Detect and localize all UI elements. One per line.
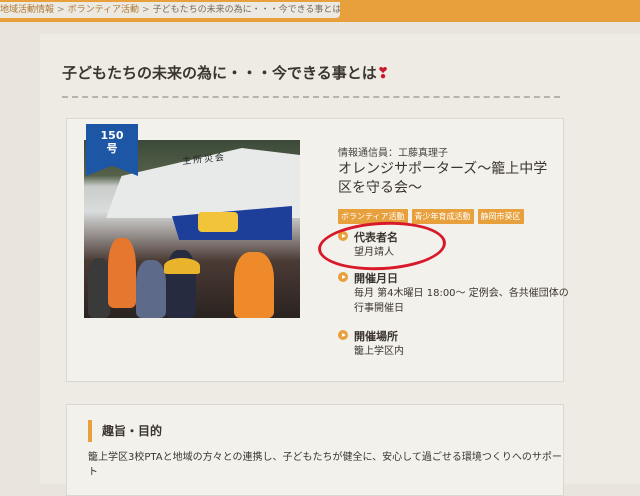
- bullet-arrow-icon: [338, 272, 348, 282]
- title-divider: [62, 96, 560, 98]
- breadcrumb-item-volunteer[interactable]: ボランティア活動: [68, 2, 139, 18]
- group-name: オレンジサポーターズ〜籠上中学区を守る会〜: [338, 161, 548, 196]
- tag-list: ボランティア活動 青少年育成活動 静岡市葵区: [338, 204, 528, 224]
- tag-area[interactable]: 静岡市葵区: [477, 209, 524, 224]
- field-value: 毎月 第4木曜日 18:00〜 定例会、各共催団体の行事開催日: [354, 288, 569, 314]
- breadcrumb: 地域活動情報>ボランティア活動>子どもたちの未来の為に・・・今できる事とは❣: [0, 2, 340, 18]
- reporter-name: 情報通信員：工藤真理子: [338, 148, 448, 159]
- field-label: 開催月日: [354, 272, 398, 285]
- breadcrumb-separator: >: [142, 5, 150, 15]
- breadcrumb-item-current: 子どもたちの未来の為に・・・今できる事とは: [152, 5, 340, 15]
- issue-suffix: 号: [106, 142, 118, 155]
- location-field: 開催場所 籠上学区内: [338, 328, 568, 362]
- issue-number: 150: [100, 129, 124, 142]
- heart-icon: ❣: [376, 64, 390, 82]
- page-title-text: 子どもたちの未来の為に・・・今できる事とは: [62, 64, 377, 82]
- person-figure: [234, 252, 274, 318]
- breadcrumb-item-area-info[interactable]: 地域活動情報: [0, 2, 54, 18]
- field-value: 籠上学区内: [354, 346, 404, 357]
- bullet-arrow-icon: [338, 330, 348, 340]
- purpose-heading: 趣旨・目的: [88, 420, 562, 442]
- person-figure: [88, 258, 110, 318]
- yellow-hat: [164, 258, 200, 274]
- person-figure: [108, 238, 136, 308]
- breadcrumb-separator: >: [57, 5, 65, 15]
- field-label: 開催場所: [354, 330, 398, 343]
- booth-sign: [198, 212, 238, 232]
- page-title: 子どもたちの未来の為に・・・今できる事とは❣: [62, 62, 389, 83]
- schedule-field: 開催月日 毎月 第4木曜日 18:00〜 定例会、各共催団体の行事開催日: [338, 270, 574, 320]
- purpose-text: 籠上学区3校PTAと地域の方々との連携し、子どもたちが健全に、安心して過ごせる環…: [88, 452, 562, 478]
- tag-youth[interactable]: 青少年育成活動: [411, 209, 474, 224]
- person-figure: [136, 260, 166, 318]
